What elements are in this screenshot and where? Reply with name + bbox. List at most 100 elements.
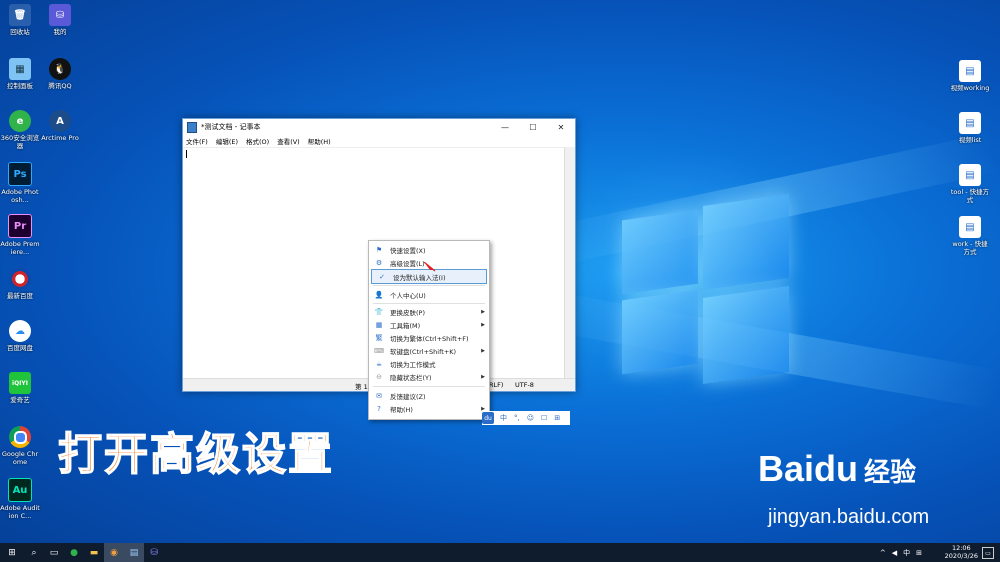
pepsi-app-icon [9, 268, 31, 290]
status-eol: RLF) [489, 381, 504, 389]
wallpaper-logo-pane [622, 289, 698, 375]
menu-item-label: 个人中心(U) [390, 291, 426, 300]
desktop-icon-360-browser[interactable]: e 360安全浏览器 [0, 110, 40, 150]
skin-icon: 👕 [374, 307, 384, 316]
start-button[interactable]: ⊞ [0, 543, 24, 562]
tutorial-caption: 打开高级设置 [57, 428, 334, 481]
menu-item-label: 帮助(H) [390, 405, 413, 414]
menu-file[interactable]: 文件(F) [186, 136, 208, 146]
baidu-jingyan-watermark: Baidu 经验 jingyan.baidu.com [758, 448, 929, 528]
menu-format[interactable]: 格式(O) [246, 136, 269, 146]
tray-ime-icon[interactable]: ⊞ [916, 549, 922, 557]
submenu-arrow-icon: ▶ [481, 308, 485, 315]
clock-time: 12:06 [951, 544, 971, 552]
file-shortcut-icon: ▤ [959, 60, 981, 82]
desktop-icon-qq[interactable]: 🐧 腾讯QQ [40, 58, 80, 90]
ime-punctuation-toggle[interactable]: °, [514, 414, 520, 422]
person-icon: 👤 [374, 290, 384, 299]
ime-mode-chinese[interactable]: 中 [500, 413, 507, 423]
desktop-icon-video-working[interactable]: ▤ 视频working [950, 60, 990, 92]
desktop-icon-label: Arctime Pro [41, 134, 79, 142]
desktop-icon-label: 我的 [53, 28, 67, 36]
menu-item-soft-keyboard[interactable]: ⌨ 软键盘(Ctrl+Shift+K) ▶ [369, 344, 489, 357]
menu-item-change-skin[interactable]: 👕 更换皮肤(P) ▶ [369, 305, 489, 318]
menu-view[interactable]: 查看(V) [277, 136, 300, 146]
help-icon: ? [377, 404, 381, 413]
title-bar[interactable]: *测试文档 - 记事本 — ☐ ✕ [183, 119, 575, 135]
minimize-button[interactable]: — [491, 119, 519, 135]
menu-item-hide-statusbar[interactable]: ⊖ 隐藏状态栏(Y) ▶ [369, 370, 489, 383]
tray-volume-icon[interactable]: ◀ [892, 549, 897, 557]
menu-separator [373, 285, 485, 286]
desktop-icon-arctime[interactable]: A Arctime Pro [40, 110, 80, 142]
ime-toolbar: du 中 °, ☺ ☐ ⊞ [482, 411, 570, 425]
menu-edit[interactable]: 编辑(E) [216, 136, 238, 146]
menu-item-feedback[interactable]: ✉ 反馈建议(Z) [369, 389, 489, 402]
menu-item-toolbox[interactable]: ▦ 工具箱(M) ▶ [369, 318, 489, 331]
menu-item-label: 切换为繁体(Ctrl+Shift+F) [390, 334, 469, 343]
gear-icon: ⚙ [375, 258, 383, 267]
iqiyi-icon: iQIYI [9, 372, 31, 394]
menu-item-traditional[interactable]: 繁 切换为繁体(Ctrl+Shift+F) [369, 331, 489, 344]
taskbar-360-browser-icon[interactable]: ● [64, 543, 84, 562]
desktop-icon-audition[interactable]: Au Adobe Audition C... [0, 478, 40, 520]
desktop-icon-photoshop[interactable]: Ps Adobe Photosh... [0, 162, 40, 204]
menu-item-personal-center[interactable]: 👤 个人中心(U) [369, 288, 489, 301]
toolbox-icon: ▦ [375, 320, 383, 329]
file-shortcut-icon: ▤ [959, 112, 981, 134]
baidu-ime-logo-icon[interactable]: du [482, 412, 494, 424]
submenu-arrow-icon: ▶ [481, 321, 485, 328]
menu-item-label: 高级设置(L) [390, 259, 425, 268]
menu-item-label: 设为默认输入法(I) [393, 273, 446, 282]
tray-ime-indicator[interactable]: 中 [903, 548, 910, 558]
desktop-icon-label: 百度网盘 [7, 344, 33, 352]
audition-icon: Au [8, 478, 32, 502]
notification-icon[interactable]: ▭ [982, 547, 994, 559]
wallpaper-logo-pane [703, 285, 789, 385]
hide-icon: ⊖ [376, 372, 382, 381]
menu-item-quick-settings[interactable]: ⚑ 快速设置(X) [369, 243, 489, 256]
window-title: *测试文档 - 记事本 [201, 123, 261, 131]
red-pointer-arrow-icon [424, 262, 436, 272]
desktop-icon-recycle-bin[interactable]: 🗑 回收站 [0, 4, 40, 36]
desktop-icon-video-list[interactable]: ▤ 视频list [950, 112, 990, 144]
menu-item-help[interactable]: ? 帮助(H) ▶ [369, 402, 489, 415]
menu-help[interactable]: 帮助(H) [308, 136, 331, 146]
desktop-icon-label: 视频working [950, 84, 990, 92]
ime-emoji-button[interactable]: ☺ [527, 414, 534, 422]
file-explorer-icon[interactable]: ▬ [84, 543, 104, 562]
desktop-icon-baidu-netdisk[interactable]: ☁ 百度网盘 [0, 320, 40, 352]
ime-toolbox-button[interactable]: ⊞ [554, 414, 560, 422]
notepad-icon [187, 121, 197, 133]
taskbar-app-icon[interactable]: ◉ [104, 543, 124, 562]
arctime-icon: A [49, 110, 71, 132]
menu-separator [373, 386, 485, 387]
taskbar-user-app-icon[interactable]: ⛁ [144, 543, 164, 562]
menu-item-label: 更换皮肤(P) [390, 308, 425, 317]
desktop-icon-label: Adobe Audition C... [0, 504, 40, 520]
text-caret [186, 150, 187, 158]
taskbar-notepad-icon[interactable]: ▤ [124, 543, 144, 562]
desktop-icon-tool-shortcut[interactable]: ▤ tool - 快捷方式 [950, 164, 990, 204]
wallpaper-logo-pane [622, 209, 698, 295]
ime-skin-button[interactable]: ☐ [541, 414, 547, 422]
desktop-icon-chrome[interactable]: Google Chrome [0, 426, 40, 466]
desktop-icon-work-shortcut[interactable]: ▤ work - 快捷方式 [950, 216, 990, 256]
vertical-scrollbar[interactable] [564, 147, 575, 379]
search-icon[interactable]: ⌕ [24, 543, 44, 562]
desktop-icon-label: 视频list [958, 136, 982, 144]
desktop-icon-label: 爱奇艺 [10, 396, 30, 404]
maximize-button[interactable]: ☐ [519, 119, 547, 135]
menu-item-label: 工具箱(M) [390, 321, 421, 330]
menu-item-work-mode[interactable]: ☕ 切换为工作模式 [369, 357, 489, 370]
desktop-icon-pepsi-app[interactable]: 最新百度 [0, 268, 40, 300]
close-button[interactable]: ✕ [547, 119, 575, 135]
desktop-icon-user-app[interactable]: ⛁ 我的 [40, 4, 80, 36]
desktop-icon-control-panel[interactable]: ▦ 控制面板 [0, 58, 40, 90]
desktop-icon-iqiyi[interactable]: iQIYI 爱奇艺 [0, 372, 40, 404]
clock[interactable]: 12:06 2020/3/26 [945, 544, 978, 560]
tray-expand-icon[interactable]: ^ [880, 549, 886, 557]
desktop-icon-label: Adobe Photosh... [1, 188, 39, 204]
desktop-icon-premiere[interactable]: Pr Adobe Premiere... [0, 214, 40, 256]
task-view-icon[interactable]: ▭ [44, 543, 64, 562]
